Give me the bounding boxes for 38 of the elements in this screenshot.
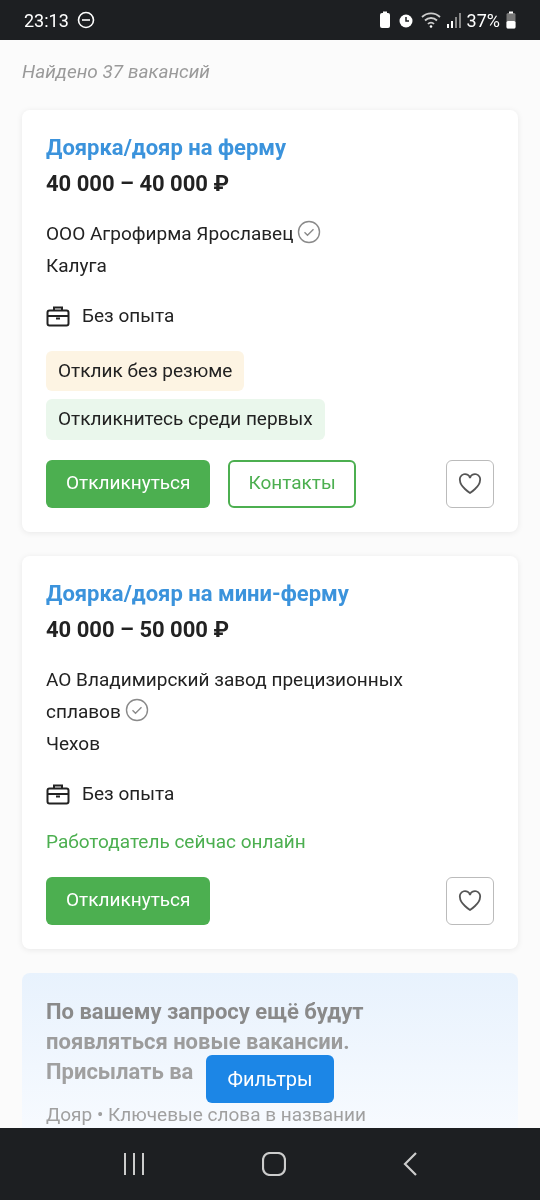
subscription-keywords: Дояр • Ключевые слова в названии: [46, 1101, 366, 1128]
battery-percent: 37%: [466, 8, 500, 33]
battery-saver-icon: [378, 11, 391, 29]
salary: 40 000 – 50 000 ₽: [46, 615, 230, 644]
heart-icon: [458, 472, 482, 495]
heart-icon: [458, 889, 482, 912]
back-icon[interactable]: [402, 1152, 418, 1176]
briefcase-icon: [46, 305, 70, 328]
do-not-disturb-icon: [76, 11, 95, 29]
salary: 40 000 – 40 000 ₽: [46, 170, 230, 198]
tag: Отклик без резюме: [46, 350, 245, 391]
respond-button[interactable]: Откликнуться: [46, 459, 211, 508]
respond-button[interactable]: Откликнуться: [46, 876, 211, 925]
company-name: АО Владимирский завод прецизионных сплавов: [46, 666, 404, 725]
contacts-button[interactable]: Контакты: [228, 459, 356, 508]
subscription-title-line: По вашему запросу ещё будут: [46, 997, 364, 1026]
subscription-title-line: Присылать ва: [46, 1057, 194, 1086]
briefcase-icon: [46, 782, 70, 805]
experience: Без опыта: [82, 780, 175, 807]
recent-apps-icon[interactable]: [122, 1152, 146, 1176]
subscription-title-line: появляться новые вакансии.: [46, 1027, 350, 1056]
company-name: ООО Агрофирма Ярославец: [46, 218, 446, 250]
filters-button[interactable]: Фильтры: [206, 1055, 334, 1103]
vacancy-title[interactable]: Доярка/дояр на ферму: [46, 134, 494, 162]
clock: 23:13: [24, 8, 69, 33]
experience: Без опыта: [82, 303, 175, 329]
city: Чехов: [46, 730, 102, 757]
wifi-icon: [420, 12, 441, 28]
city: Калуга: [46, 253, 108, 279]
favorite-button[interactable]: [446, 876, 494, 925]
battery-icon: [506, 11, 516, 29]
favorite-button[interactable]: [446, 459, 494, 508]
results-count: Найдено 37 вакансий: [21, 59, 211, 85]
signal-icon: [446, 12, 461, 28]
online-note: Работодатель сейчас онлайн: [46, 829, 307, 855]
tag: Откликнитесь среди первых: [46, 399, 325, 440]
home-icon[interactable]: [262, 1152, 286, 1176]
vacancy-title[interactable]: Доярка/дояр на мини-ферму: [46, 579, 494, 608]
